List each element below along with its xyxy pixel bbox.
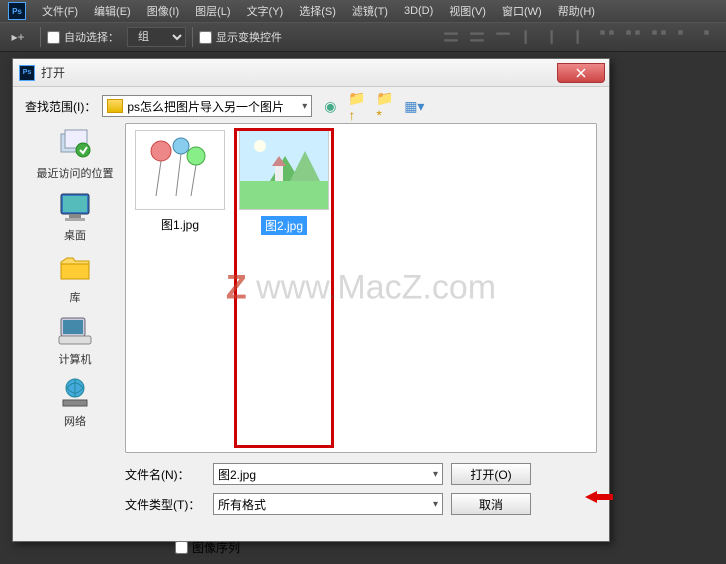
file-list[interactable]: 图1.jpg 图2.jpg Z www.MacZ.com: [125, 123, 597, 453]
menu-3d[interactable]: 3D(D): [396, 3, 441, 19]
separator: [40, 27, 41, 47]
separator: [192, 27, 193, 47]
move-tool-icon[interactable]: ▸+: [6, 25, 30, 49]
open-dialog: Ps 打开 查找范围(I)： ps怎么把图片导入另一个图片 ▾ ◉ 📁↑ 📁* …: [12, 58, 610, 542]
file-name: 图2.jpg: [261, 216, 307, 235]
sidebar-desktop[interactable]: 桌面: [54, 189, 96, 243]
annotation-arrow-icon: [585, 489, 613, 505]
lookin-value: ps怎么把图片导入另一个图片: [127, 98, 284, 115]
dialog-title: 打开: [41, 64, 65, 81]
show-transform-input[interactable]: [199, 31, 212, 44]
group-layer-select[interactable]: 组: [127, 27, 186, 47]
file-thumbnail: [135, 130, 225, 210]
lookin-label: 查找范围(I)：: [25, 98, 96, 115]
computer-icon: [54, 313, 96, 349]
sidebar-library[interactable]: 库: [54, 251, 96, 305]
cancel-button[interactable]: 取消: [451, 493, 531, 515]
align-icon: [468, 28, 486, 46]
filename-label: 文件名(N)：: [125, 466, 205, 483]
view-menu-button[interactable]: ▦▾: [404, 96, 424, 116]
back-button[interactable]: ◉: [320, 96, 340, 116]
close-button[interactable]: [557, 63, 605, 83]
ps-logo-icon: Ps: [19, 65, 35, 81]
align-icon: [520, 28, 538, 46]
menu-select[interactable]: 选择(S): [291, 1, 344, 21]
filetype-label: 文件类型(T)：: [125, 496, 205, 513]
bottom-controls: 文件名(N)： 图2.jpg ▾ 打开(O) 文件类型(T)： 所有格式 ▾ 取…: [25, 463, 597, 515]
file-name: 图1.jpg: [161, 216, 199, 233]
auto-select-input[interactable]: [47, 31, 60, 44]
sidebar-network[interactable]: 网络: [54, 375, 96, 429]
folder-icon: [107, 99, 123, 113]
file-thumbnail: [239, 130, 329, 210]
file-item-selected[interactable]: 图2.jpg: [236, 130, 332, 446]
desktop-icon: [54, 189, 96, 225]
sidebar-desktop-label: 桌面: [64, 227, 86, 243]
show-transform-label: 显示变换控件: [216, 29, 282, 45]
ps-logo-icon: Ps: [8, 2, 26, 20]
distribute-icon: [624, 28, 642, 46]
menu-window[interactable]: 窗口(W): [494, 1, 550, 21]
sidebar-network-label: 网络: [64, 413, 86, 429]
sidebar-recent[interactable]: 最近访问的位置: [37, 127, 114, 181]
options-bar: ▸+ 自动选择： 组 显示变换控件: [0, 22, 726, 52]
menubar: Ps 文件(F) 编辑(E) 图像(I) 图层(L) 文字(Y) 选择(S) 滤…: [0, 0, 726, 22]
menu-image[interactable]: 图像(I): [139, 1, 187, 21]
sidebar-recent-label: 最近访问的位置: [37, 165, 114, 181]
filename-combobox[interactable]: 图2.jpg ▾: [213, 463, 443, 485]
chevron-down-icon: ▾: [433, 499, 438, 510]
filetype-row: 文件类型(T)： 所有格式 ▾ 取消: [125, 493, 597, 515]
library-icon: [54, 251, 96, 287]
filename-value: 图2.jpg: [218, 466, 256, 483]
auto-select-checkbox[interactable]: 自动选择：: [47, 29, 119, 45]
menu-layer[interactable]: 图层(L): [187, 1, 238, 21]
image-sequence-checkbox[interactable]: [175, 541, 188, 554]
distribute-icon: [598, 28, 616, 46]
alignment-icons: [442, 28, 720, 46]
network-icon: [54, 375, 96, 411]
filetype-value: 所有格式: [218, 496, 266, 513]
lookin-combobox[interactable]: ps怎么把图片导入另一个图片 ▾: [102, 95, 312, 117]
up-button[interactable]: 📁↑: [348, 96, 368, 116]
dialog-body: 查找范围(I)： ps怎么把图片导入另一个图片 ▾ ◉ 📁↑ 📁* ▦▾ 最近访…: [13, 87, 609, 564]
filetype-combobox[interactable]: 所有格式 ▾: [213, 493, 443, 515]
chevron-down-icon: ▾: [433, 469, 438, 480]
align-icon: [442, 28, 460, 46]
sidebar-library-label: 库: [70, 289, 81, 305]
distribute-icon: [650, 28, 668, 46]
open-button[interactable]: 打开(O): [451, 463, 531, 485]
nav-icons: ◉ 📁↑ 📁* ▦▾: [320, 96, 424, 116]
recent-icon: [54, 127, 96, 163]
auto-select-label: 自动选择：: [64, 29, 119, 45]
menu-view[interactable]: 视图(V): [441, 1, 494, 21]
show-transform-checkbox[interactable]: 显示变换控件: [199, 29, 282, 45]
filename-row: 文件名(N)： 图2.jpg ▾ 打开(O): [125, 463, 597, 485]
menu-edit[interactable]: 编辑(E): [86, 1, 139, 21]
close-icon: [576, 68, 586, 78]
sidebar-computer[interactable]: 计算机: [54, 313, 96, 367]
menu-filter[interactable]: 滤镜(T): [344, 1, 396, 21]
file-item[interactable]: 图1.jpg: [132, 130, 228, 446]
align-icon: [494, 28, 512, 46]
places-sidebar: 最近访问的位置 桌面 库 计算机 网络: [25, 123, 125, 453]
menu-file[interactable]: 文件(F): [34, 1, 86, 21]
image-sequence-label: 图像序列: [192, 539, 240, 556]
image-sequence-row: 图像序列: [25, 539, 597, 556]
dialog-titlebar: Ps 打开: [13, 59, 609, 87]
menu-text[interactable]: 文字(Y): [239, 1, 292, 21]
distribute-icon: [676, 28, 694, 46]
menu-help[interactable]: 帮助(H): [550, 1, 603, 21]
main-area: 最近访问的位置 桌面 库 计算机 网络: [25, 123, 597, 453]
chevron-down-icon: ▾: [302, 101, 307, 112]
sidebar-computer-label: 计算机: [59, 351, 92, 367]
align-icon: [546, 28, 564, 46]
distribute-icon: [702, 28, 720, 46]
lookin-row: 查找范围(I)： ps怎么把图片导入另一个图片 ▾ ◉ 📁↑ 📁* ▦▾: [25, 95, 597, 117]
align-icon: [572, 28, 590, 46]
new-folder-button[interactable]: 📁*: [376, 96, 396, 116]
